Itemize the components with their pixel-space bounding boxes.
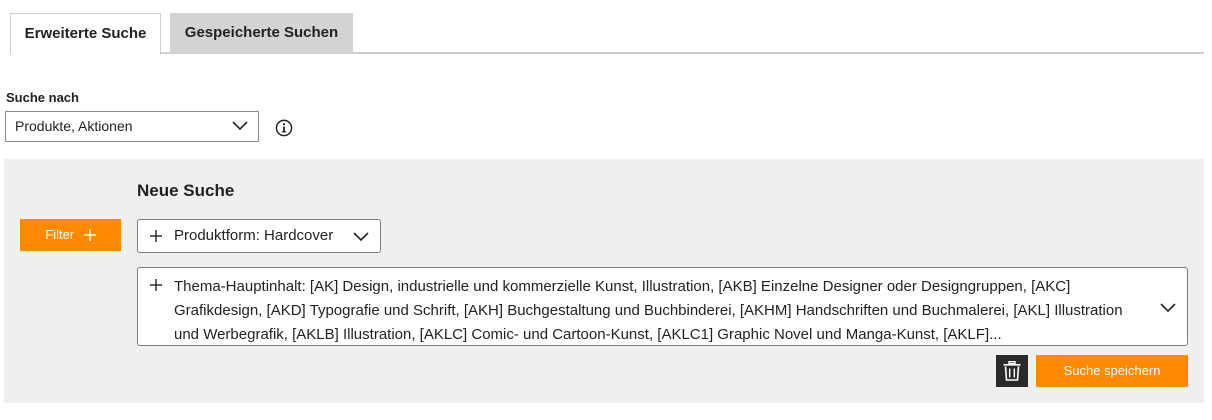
filter-chip-label: Produktform: Hardcover (174, 227, 334, 244)
chevron-down-icon[interactable] (353, 232, 369, 242)
filter-chip-product-form[interactable]: Produktform: Hardcover (137, 219, 381, 253)
delete-search-button[interactable] (996, 355, 1028, 387)
plus-icon (83, 228, 96, 241)
tab-saved-searches[interactable]: Gespeicherte Suchen (170, 13, 353, 53)
filter-chip-label: Thema-Hauptinhalt: [AK] Design, industri… (174, 278, 1123, 343)
tab-bar: Erweiterte Suche Gespeicherte Suchen (10, 13, 1204, 55)
plus-icon (150, 230, 162, 242)
add-filter-label: Filter (45, 227, 75, 242)
search-by-select[interactable]: Produkte, Aktionen (5, 111, 259, 142)
info-icon[interactable] (275, 119, 293, 137)
chevron-down-icon[interactable] (1160, 303, 1176, 313)
plus-icon (150, 279, 162, 291)
save-search-button[interactable]: Suche speichern (1036, 355, 1188, 387)
new-search-panel: Neue Suche Filter Produktform: Hardcover… (4, 159, 1204, 403)
trash-icon (1003, 361, 1021, 381)
chevron-down-icon (232, 121, 248, 131)
tab-advanced-search[interactable]: Erweiterte Suche (10, 13, 161, 55)
filter-chip-subject[interactable]: Thema-Hauptinhalt: [AK] Design, industri… (137, 267, 1188, 346)
add-filter-button[interactable]: Filter (20, 219, 121, 251)
search-by-value: Produkte, Aktionen (15, 118, 133, 134)
panel-title: Neue Suche (137, 181, 235, 200)
search-by-label: Suche nach (6, 90, 79, 105)
